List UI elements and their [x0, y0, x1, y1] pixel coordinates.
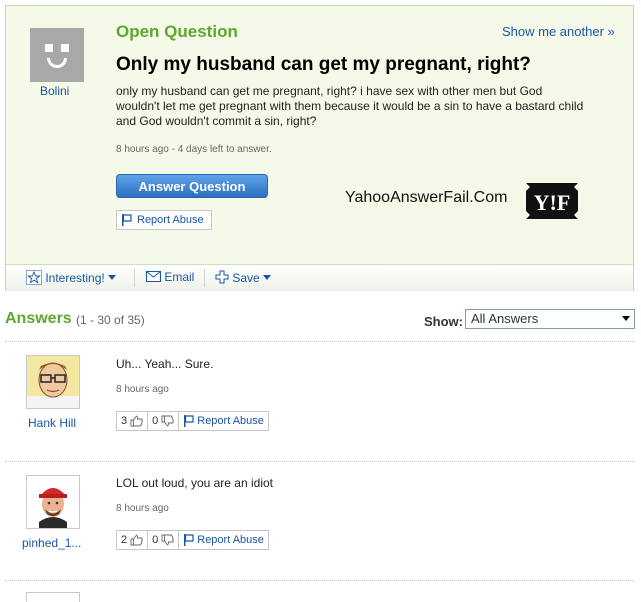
question-status-label: Open Question [116, 22, 238, 41]
thumbs-down-icon [161, 415, 174, 427]
answerer-name[interactable]: pinhed_1... [22, 536, 81, 550]
show-filter-value: All Answers [471, 311, 539, 326]
thumbs-up-icon [130, 415, 143, 427]
flag-icon [184, 415, 194, 427]
thumbs-up-count: 2 [121, 534, 128, 546]
save-button[interactable]: Save [215, 270, 272, 285]
answer-item: pinhed_1... LOL out loud, you are an idi… [0, 462, 641, 572]
flag-icon [184, 534, 194, 546]
report-abuse-label: Report Abuse [197, 534, 264, 546]
interesting-label: Interesting! [45, 271, 105, 285]
thumbs-down-count: 0 [152, 415, 159, 427]
yaf-logo: Y!F [526, 183, 578, 219]
answer-time: 8 hours ago [116, 384, 169, 395]
question-title: Only my husband can get my pregnant, rig… [116, 54, 531, 75]
answerer-avatar[interactable] [26, 475, 80, 529]
question-body: only my husband can get me pregnant, rig… [116, 84, 584, 128]
question-meta: 8 hours ago - 4 days left to answer. [116, 144, 272, 155]
answer-item: Hank Hill Uh... Yeah... Sure. 8 hours ag… [0, 342, 641, 452]
asker-avatar[interactable] [30, 28, 84, 82]
show-another-link[interactable]: Show me another » [502, 24, 615, 39]
thumbs-down-icon [161, 534, 174, 546]
answerer-name[interactable]: Hank Hill [28, 416, 76, 430]
report-abuse-button[interactable]: Report Abuse [179, 411, 269, 431]
report-abuse-label: Report Abuse [197, 415, 264, 427]
question-toolbar: Interesting! Email Save [6, 264, 633, 291]
pinhed-avatar-image [27, 476, 79, 528]
answers-count: (1 - 30 of 35) [76, 313, 145, 327]
report-abuse-button[interactable]: Report Abuse [116, 210, 212, 230]
email-button[interactable]: Email [146, 270, 194, 284]
toolbar-divider [134, 269, 135, 287]
answer-text: LOL out loud, you are an idiot [116, 476, 273, 490]
asker-name[interactable]: Bolini [40, 84, 69, 98]
thumbs-up-count: 3 [121, 415, 128, 427]
email-label: Email [164, 270, 195, 284]
answerer-avatar[interactable] [26, 592, 80, 602]
answer-text: Uh... Yeah... Sure. [116, 357, 214, 371]
thumbs-down-count: 0 [152, 534, 159, 546]
svg-text:Y!F: Y!F [534, 190, 571, 215]
question-panel: Bolini Open Question Show me another » O… [5, 5, 634, 291]
answer-question-button[interactable]: Answer Question [116, 174, 268, 198]
save-label: Save [232, 271, 260, 285]
thumbs-down-button[interactable]: 0 [148, 530, 180, 550]
envelope-icon [146, 271, 161, 282]
report-abuse-label: Report Abuse [137, 214, 204, 226]
answerer-avatar[interactable] [26, 355, 80, 409]
plus-icon [215, 270, 229, 284]
avatar-eye [45, 44, 53, 52]
flag-icon [122, 214, 132, 226]
show-filter-select[interactable]: All Answers [465, 309, 635, 329]
chevron-down-icon [108, 275, 117, 280]
avatar-mouth [47, 58, 67, 68]
answer-actions: 3 0 Report Abuse [116, 411, 269, 431]
avatar-eye [61, 44, 69, 52]
thumbs-up-button[interactable]: 2 [116, 530, 149, 550]
chevron-down-icon [263, 275, 272, 280]
answers-heading: Answers [5, 310, 72, 327]
thumbs-up-icon [130, 534, 143, 546]
chevron-down-icon [622, 316, 630, 321]
hank-hill-avatar-image [27, 356, 79, 408]
watermark-text: YahooAnswerFail.Com [345, 189, 508, 206]
answer-actions: 2 0 Report Abuse [116, 530, 269, 550]
interesting-button[interactable]: Interesting! [26, 270, 117, 285]
divider [5, 580, 635, 581]
thumbs-up-button[interactable]: 3 [116, 411, 149, 431]
show-filter-label: Show: [424, 314, 463, 329]
report-abuse-button[interactable]: Report Abuse [179, 530, 269, 550]
toolbar-divider [204, 269, 205, 287]
thumbs-down-button[interactable]: 0 [148, 411, 180, 431]
answer-time: 8 hours ago [116, 503, 169, 514]
star-icon [26, 270, 42, 285]
